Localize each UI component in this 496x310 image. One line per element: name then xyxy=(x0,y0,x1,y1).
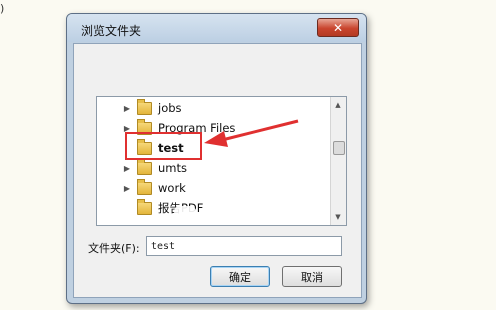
folder-icon xyxy=(137,98,152,115)
folder-field-label: 文件夹(F): xyxy=(88,242,140,255)
tree-item-umts[interactable]: ▶ umts xyxy=(97,158,327,178)
annotation-highlight-box xyxy=(125,132,202,160)
tree-item-report-pdf[interactable]: ▶ 报告PDF xyxy=(97,198,327,218)
scroll-down-icon[interactable]: ▼ xyxy=(333,212,343,222)
tree-item-work[interactable]: ▶ work xyxy=(97,178,327,198)
folder-icon xyxy=(137,198,152,215)
folder-tree[interactable]: ▶ jobs ▶ Program Files ▶ test ▶ umts ▶ w… xyxy=(96,96,347,226)
scroll-up-icon[interactable]: ▲ xyxy=(333,100,343,110)
ok-button[interactable]: 确定 xyxy=(210,266,270,287)
tree-item-label: work xyxy=(158,181,186,195)
tree-scrollbar[interactable]: ▲ ▼ xyxy=(330,97,346,225)
cancel-button[interactable]: 取消 xyxy=(282,266,342,287)
blurred-region xyxy=(174,206,196,217)
folder-input[interactable] xyxy=(146,236,342,256)
close-button[interactable]: ✕ xyxy=(317,18,359,37)
scroll-thumb[interactable] xyxy=(333,141,345,155)
tree-item-label: jobs xyxy=(158,101,182,115)
folder-icon xyxy=(137,158,152,175)
dialog-titlebar[interactable]: 浏览文件夹 ✕ xyxy=(67,14,366,42)
close-icon: ✕ xyxy=(332,20,344,35)
folder-icon xyxy=(137,178,152,195)
annotation-arrow-icon xyxy=(204,119,299,147)
expand-arrow-icon[interactable]: ▶ xyxy=(122,184,132,193)
tree-item-label: umts xyxy=(158,161,187,175)
expand-arrow-icon[interactable]: ▶ xyxy=(122,164,132,173)
tree-item-jobs[interactable]: ▶ jobs xyxy=(97,98,327,118)
dialog-title: 浏览文件夹 xyxy=(81,24,142,38)
background-glyph: ) xyxy=(0,2,5,15)
expand-arrow-icon[interactable]: ▶ xyxy=(122,104,132,113)
